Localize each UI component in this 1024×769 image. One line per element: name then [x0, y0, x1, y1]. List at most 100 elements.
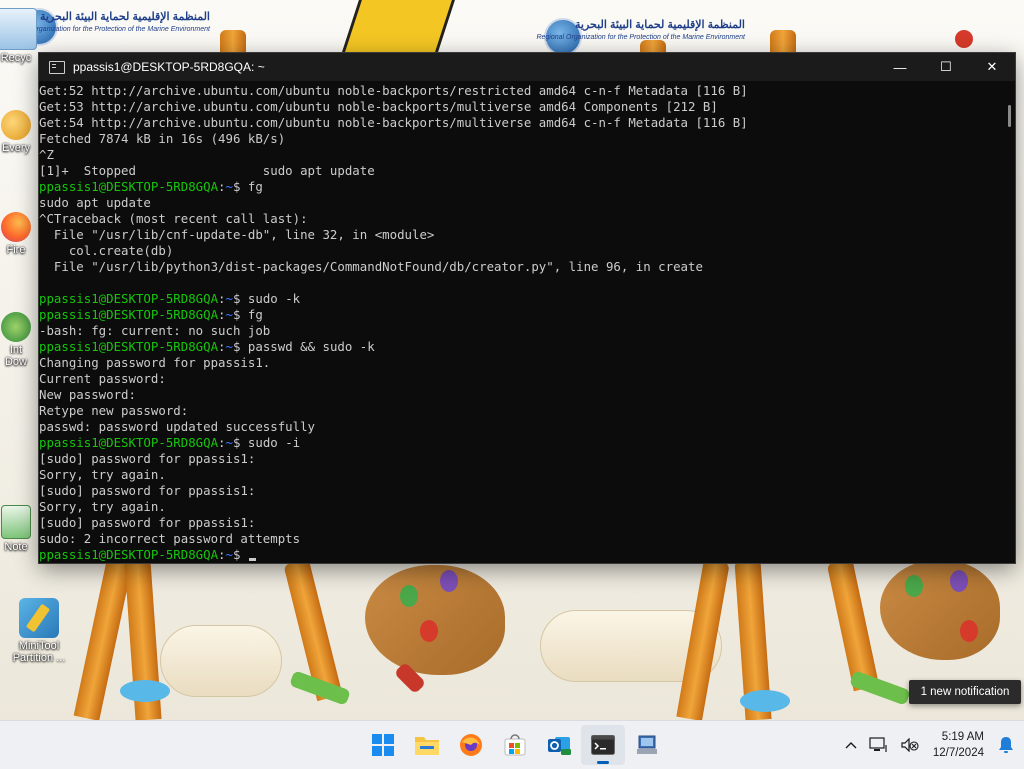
- terminal-line: File "/usr/lib/python3/dist-packages/Com…: [39, 259, 1003, 275]
- shell-command: fg: [240, 179, 263, 194]
- output-text: [sudo] password for ppassis1:: [39, 515, 256, 530]
- terminal-line: [sudo] password for ppassis1:: [39, 483, 1003, 499]
- terminal-line: Current password:: [39, 371, 1003, 387]
- firefox-button[interactable]: [449, 725, 493, 765]
- output-text: col.create(db): [39, 243, 174, 258]
- terminal-window[interactable]: ppassis1@DESKTOP-5RD8GQA: ~ — ☐ ✕ Get:52…: [39, 53, 1015, 563]
- outlook-button[interactable]: [537, 725, 581, 765]
- terminal-line: Get:52 http://archive.ubuntu.com/ubuntu …: [39, 83, 1003, 99]
- shell-command: passwd && sudo -k: [240, 339, 375, 354]
- close-button[interactable]: ✕: [969, 53, 1015, 81]
- output-text: Get:52 http://archive.ubuntu.com/ubuntu …: [39, 83, 748, 98]
- system-tray: 5:19 AM 12/7/2024: [839, 721, 1024, 769]
- taskbar-clock[interactable]: 5:19 AM 12/7/2024: [925, 729, 992, 761]
- network-status-button[interactable]: [863, 725, 895, 765]
- terminal-line: Retype new password:: [39, 403, 1003, 419]
- prompt-separator: :: [218, 547, 226, 562]
- magnifier-icon: [1, 110, 31, 140]
- output-text: -bash: fg: current: no such job: [39, 323, 271, 338]
- terminal-button[interactable]: [581, 725, 625, 765]
- terminal-line: col.create(db): [39, 243, 1003, 259]
- store-icon: [504, 734, 526, 756]
- output-text: Retype new password:: [39, 403, 189, 418]
- output-text: Sorry, try again.: [39, 499, 166, 514]
- terminal-line: ^CTraceback (most recent call last):: [39, 211, 1003, 227]
- paint-palette: [880, 560, 1000, 660]
- prompt-separator: :: [218, 339, 226, 354]
- shell-command: sudo -k: [240, 291, 301, 306]
- folder-icon: [415, 737, 439, 755]
- output-text: File "/usr/lib/cnf-update-db", line 32, …: [39, 227, 435, 242]
- paint-palette: [365, 565, 505, 675]
- terminal-output[interactable]: Get:52 http://archive.ubuntu.com/ubuntu …: [39, 81, 1003, 563]
- recycle-bin-icon: [0, 8, 37, 50]
- paint-blob: [420, 620, 438, 642]
- volume-button[interactable]: [895, 725, 925, 765]
- terminal-line: ppassis1@DESKTOP-5RD8GQA:~$ sudo -k: [39, 291, 1003, 307]
- minitool-icon: [19, 598, 59, 638]
- terminal-line: ppassis1@DESKTOP-5RD8GQA:~$: [39, 547, 1003, 563]
- terminal-line: Changing password for ppassis1.: [39, 355, 1003, 371]
- prompt-path: ~: [225, 291, 233, 306]
- output-text: [sudo] password for ppassis1:: [39, 451, 256, 466]
- paint-blob: [960, 620, 978, 642]
- text-cursor: [248, 558, 256, 561]
- output-text: sudo apt update: [39, 195, 151, 210]
- output-text: ^CTraceback (most recent call last):: [39, 211, 308, 226]
- prompt-path: ~: [225, 307, 233, 322]
- firefox-icon: [460, 734, 482, 756]
- start-button[interactable]: [361, 725, 405, 765]
- network-icon: [869, 737, 887, 752]
- clock-time: 5:19 AM: [941, 731, 984, 743]
- prompt-separator: :: [218, 291, 226, 306]
- terminal-line: Sorry, try again.: [39, 467, 1003, 483]
- terminal-line: ppassis1@DESKTOP-5RD8GQA:~$ fg: [39, 307, 1003, 323]
- prompt-path: ~: [225, 339, 233, 354]
- terminal-line: ^Z: [39, 147, 1003, 163]
- taskbar-apps: [361, 721, 669, 769]
- output-text: Sorry, try again.: [39, 467, 166, 482]
- shell-command: fg: [240, 307, 263, 322]
- terminal-line: New password:: [39, 387, 1003, 403]
- output-text: Fetched 7874 kB in 16s (496 kB/s): [39, 131, 286, 146]
- maximize-button[interactable]: ☐: [923, 53, 969, 81]
- prompt-separator: :: [218, 307, 226, 322]
- terminal-line: [1]+ Stopped sudo apt update: [39, 163, 1003, 179]
- terminal-line: File "/usr/lib/cnf-update-db", line 32, …: [39, 227, 1003, 243]
- firefox-icon: [1, 212, 31, 242]
- desktop-icon-minitool-partition[interactable]: MiniTool Partition ...: [9, 598, 69, 664]
- microsoft-store-button[interactable]: [493, 725, 537, 765]
- terminal-line: Get:54 http://archive.ubuntu.com/ubuntu …: [39, 115, 1003, 131]
- paint-blob: [905, 575, 923, 597]
- easel-leg: [826, 558, 880, 692]
- paint-tube: [849, 670, 911, 706]
- window-title: ppassis1@DESKTOP-5RD8GQA: ~: [73, 60, 265, 74]
- network-app-button[interactable]: [625, 725, 669, 765]
- prompt-separator: :: [218, 435, 226, 450]
- idm-icon: [1, 312, 31, 342]
- volume-muted-icon: [901, 738, 919, 752]
- terminal-icon: [591, 735, 615, 755]
- show-hidden-icons-button[interactable]: [839, 725, 863, 765]
- canvas-roll: [160, 625, 282, 697]
- notification-toast[interactable]: 1 new notification: [909, 680, 1021, 704]
- terminal-line: ppassis1@DESKTOP-5RD8GQA:~$ fg: [39, 179, 1003, 195]
- desktop-icon-label: MiniTool Partition ...: [12, 640, 66, 664]
- notification-center-button[interactable]: [992, 725, 1024, 765]
- terminal-titlebar[interactable]: ppassis1@DESKTOP-5RD8GQA: ~ — ☐ ✕: [39, 53, 1015, 81]
- terminal-line: [sudo] password for ppassis1:: [39, 515, 1003, 531]
- prompt-path: ~: [225, 435, 233, 450]
- paint-blob: [400, 585, 418, 607]
- output-text: passwd: password updated successfully: [39, 419, 316, 434]
- minimize-button[interactable]: —: [877, 53, 923, 81]
- notepad-icon: [1, 505, 31, 539]
- file-explorer-button[interactable]: [405, 725, 449, 765]
- paint-splash: [120, 680, 170, 702]
- shell-prompt: ppassis1@DESKTOP-5RD8GQA: [39, 307, 219, 322]
- output-text: [sudo] password for ppassis1:: [39, 483, 256, 498]
- prompt-separator: :: [218, 179, 226, 194]
- bell-icon: [999, 737, 1013, 753]
- terminal-scrollbar[interactable]: [1008, 105, 1011, 127]
- shell-prompt: ppassis1@DESKTOP-5RD8GQA: [39, 547, 219, 562]
